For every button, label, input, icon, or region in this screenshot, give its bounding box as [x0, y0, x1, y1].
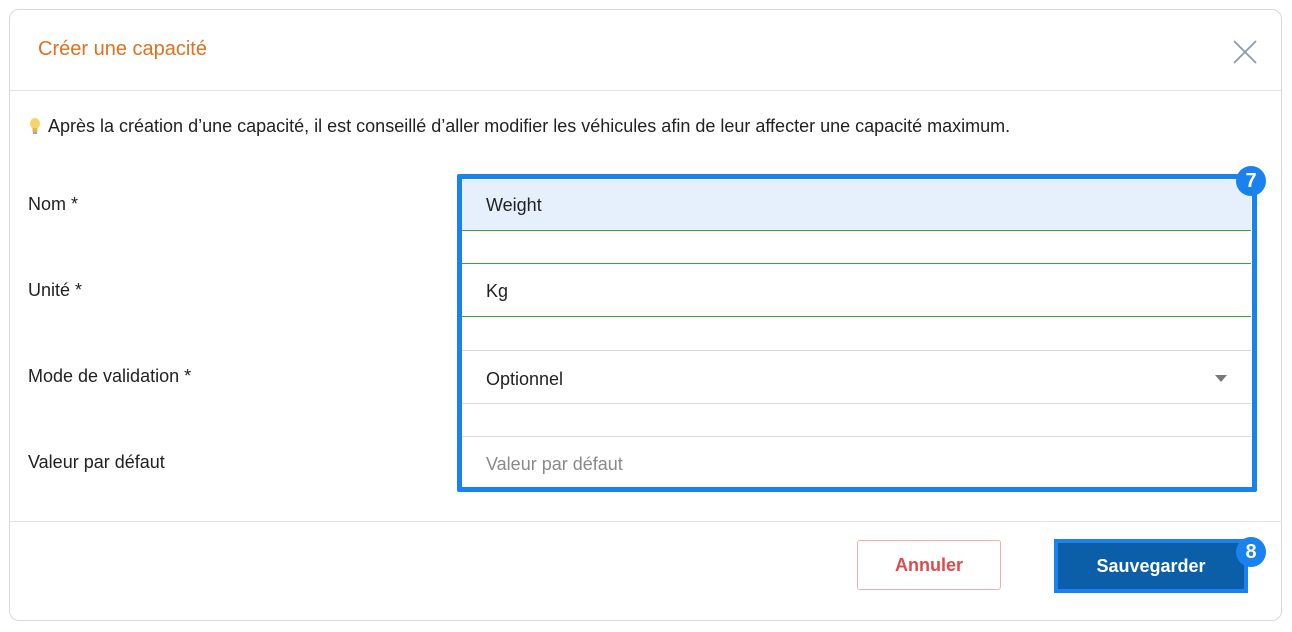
footer-divider	[9, 521, 1282, 522]
lightbulb-icon	[28, 117, 42, 135]
name-label: Nom *	[28, 194, 79, 214]
step-badge-7: 7	[1236, 166, 1266, 196]
save-button[interactable]: Sauvegarder	[1058, 543, 1244, 589]
validation-mode-label: Mode de validation *	[28, 366, 192, 386]
cancel-button[interactable]: Annuler	[857, 540, 1001, 590]
dialog-header: Créer une capacité	[10, 10, 1281, 91]
hint-message: Après la création d’une capacité, il est…	[48, 116, 1011, 136]
dialog-title: Créer une capacité	[38, 38, 207, 60]
close-icon[interactable]	[1231, 38, 1259, 66]
hint-text: Après la création d’une capacité, il est…	[28, 116, 1010, 137]
default-value-label: Valeur par défaut	[28, 452, 165, 472]
step-badge-8: 8	[1236, 537, 1266, 567]
unit-label: Unité *	[28, 280, 83, 300]
save-highlight: Sauvegarder	[1054, 539, 1248, 593]
fields-highlight	[457, 174, 1257, 492]
